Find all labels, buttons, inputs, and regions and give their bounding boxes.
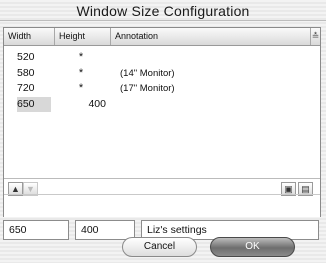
column-sort-icon[interactable]: ≛	[311, 28, 320, 45]
table-row[interactable]: 520 *	[4, 50, 320, 66]
height-field[interactable]: 400	[75, 220, 135, 240]
row-height: *	[78, 66, 84, 79]
row-width: 650	[17, 96, 51, 112]
title-bar[interactable]: Window Size Configuration	[0, 0, 326, 21]
column-header-annotation[interactable]: Annotation	[111, 28, 311, 45]
width-field[interactable]: 650	[3, 220, 69, 240]
row-width: 520	[17, 51, 35, 63]
row-height: *	[78, 51, 84, 63]
table-toolbar: ▲ ▼ ▣ ▤	[4, 178, 320, 217]
row-width: 580	[17, 66, 35, 79]
table-row[interactable]: 720 * (17" Monitor)	[4, 81, 320, 97]
divider	[4, 194, 320, 201]
ok-button[interactable]: OK	[210, 237, 295, 257]
row-height: *	[78, 82, 84, 94]
sizes-table[interactable]: Width Height Annotation ≛ 520 * 580 * (1…	[3, 27, 321, 217]
window-title: Window Size Configuration	[76, 3, 250, 19]
table-header: Width Height Annotation ≛	[4, 28, 320, 46]
row-height: 400	[88, 97, 106, 110]
row-annotation: (17" Monitor)	[120, 83, 175, 94]
column-header-height[interactable]: Height	[55, 28, 111, 45]
cancel-button[interactable]: Cancel	[122, 237, 197, 257]
table-row-selected[interactable]: 650 400	[4, 96, 320, 113]
table-row[interactable]: 580 * (14" Monitor)	[4, 66, 320, 82]
column-header-width[interactable]: Width	[4, 28, 55, 45]
row-width: 720	[17, 82, 35, 94]
row-annotation: (14" Monitor)	[120, 67, 175, 79]
table-rows: 520 * 580 * (14" Monitor) 720 * (17" Mon…	[4, 50, 320, 112]
